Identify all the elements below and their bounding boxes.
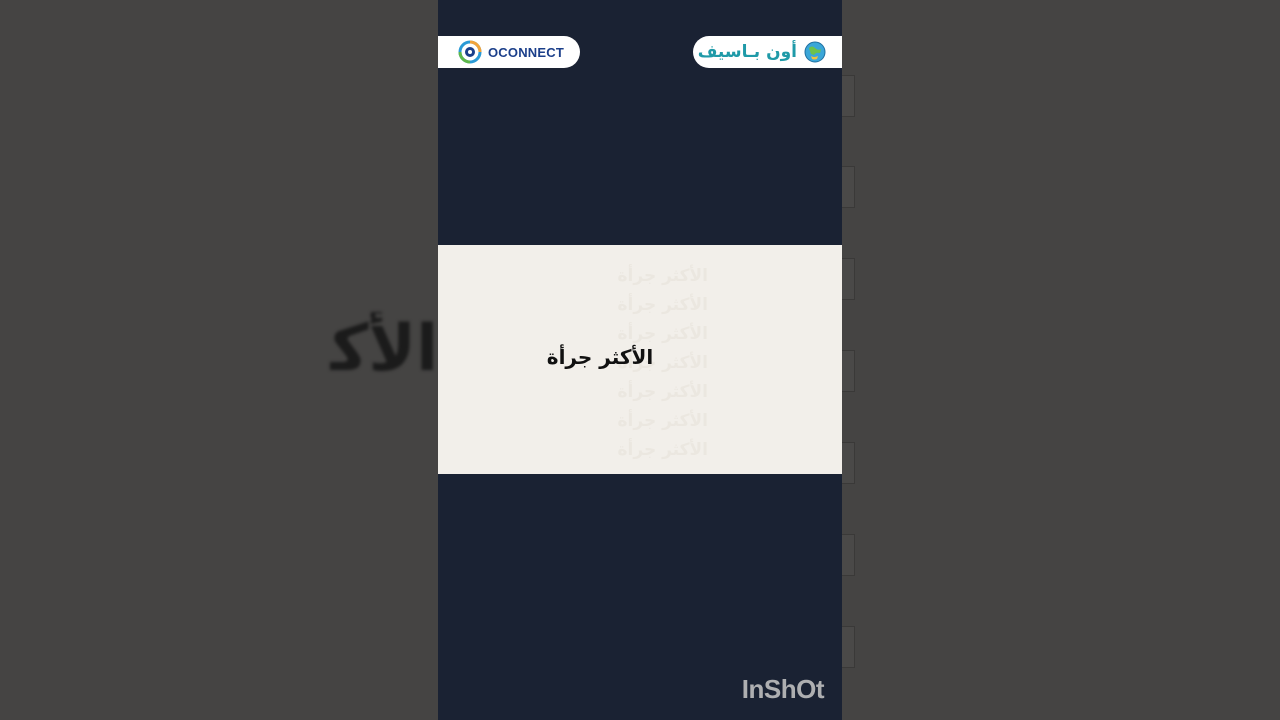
oconnect-badge: OCONNECT: [438, 36, 580, 68]
oconnect-logo-icon: [458, 40, 482, 64]
headline-text: الأكثر جرأة: [546, 345, 654, 369]
background-edge-tab: [842, 166, 855, 208]
background-edge-tab: [842, 350, 855, 392]
inshot-watermark: InShOt: [741, 674, 825, 704]
onpassive-globe-icon: [804, 41, 826, 63]
video-frame: OCONNECT أون بـاسيف الأكثر جرأة الأكثر ج…: [438, 0, 842, 720]
onpassive-brand-text: أون بـاسيف: [697, 42, 797, 62]
background-edge-tab: [842, 75, 855, 117]
ghost-text-line: الأكثر جرأة: [617, 266, 709, 286]
ghost-text-line: الأكثر جرأة: [617, 382, 709, 402]
background-edge-tab: [842, 258, 855, 300]
ghost-text-line: الأكثر جرأة: [617, 440, 709, 460]
text-card: الأكثر جرأة الأكثر جرأة الأكثر جرأة الأك…: [438, 245, 842, 474]
background-edge-tab: [842, 626, 855, 668]
ghost-text-line: الأكثر جرأة: [617, 411, 709, 431]
blurred-background-text: الأكثر جرأة: [330, 312, 438, 386]
background-edge-tab: [842, 534, 855, 576]
background-edge-tab: [842, 442, 855, 484]
oconnect-brand-text: OCONNECT: [488, 44, 564, 60]
ghost-text-line: الأكثر جرأة: [617, 295, 709, 315]
onpassive-badge: أون بـاسيف: [693, 36, 842, 68]
